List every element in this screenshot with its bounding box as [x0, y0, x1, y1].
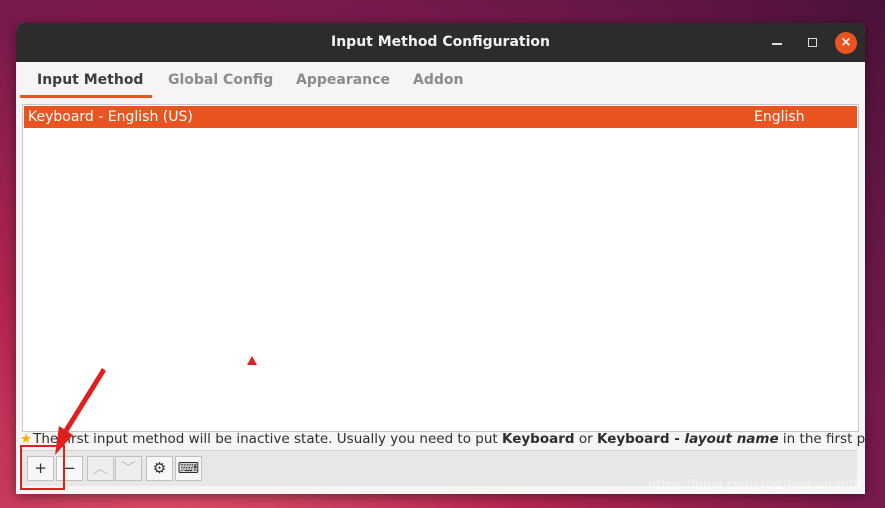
watermark: https://blog.csdn.net/lookwind09: [648, 478, 862, 493]
annotation-arrow-icon: [55, 368, 106, 455]
